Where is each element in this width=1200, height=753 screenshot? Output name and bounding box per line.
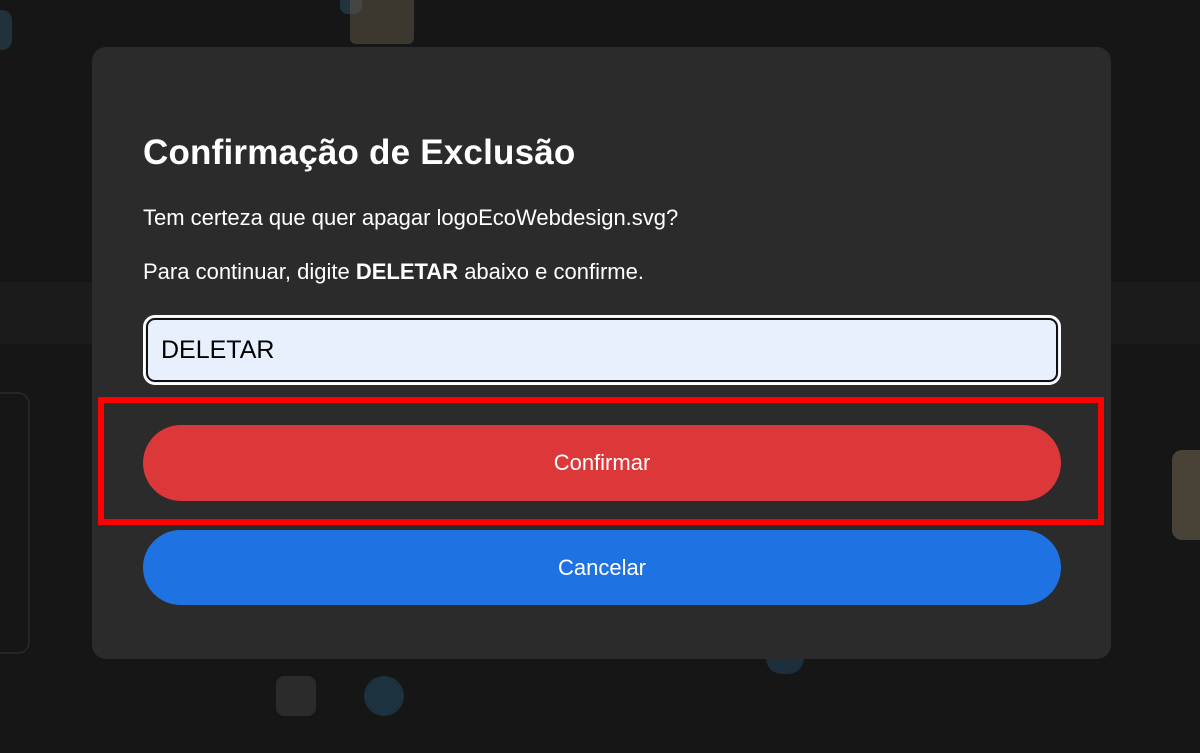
instruction-keyword: DELETAR	[355, 259, 459, 284]
instruction-suffix: abaixo e confirme.	[458, 259, 644, 284]
delete-confirmation-dialog: Confirmação de Exclusão Tem certeza que …	[92, 47, 1111, 659]
dialog-instruction: Para continuar, digite DELETAR abaixo e …	[143, 257, 1060, 287]
background-blip	[766, 658, 804, 674]
background-avatar	[0, 10, 12, 50]
cancel-button[interactable]: Cancelar	[143, 530, 1061, 605]
background-square-icon	[276, 676, 316, 716]
folder-icon	[350, 0, 414, 44]
dialog-message: Tem certeza que quer apagar logoEcoWebde…	[143, 205, 679, 230]
confirmation-input[interactable]	[143, 315, 1061, 385]
instruction-prefix: Para continuar, digite	[143, 259, 356, 284]
confirm-button[interactable]: Confirmar	[143, 425, 1061, 501]
background-circle-icon	[364, 676, 404, 716]
background-card	[0, 392, 30, 654]
dialog-title: Confirmação de Exclusão	[143, 133, 576, 172]
background-file-card	[1172, 450, 1200, 540]
